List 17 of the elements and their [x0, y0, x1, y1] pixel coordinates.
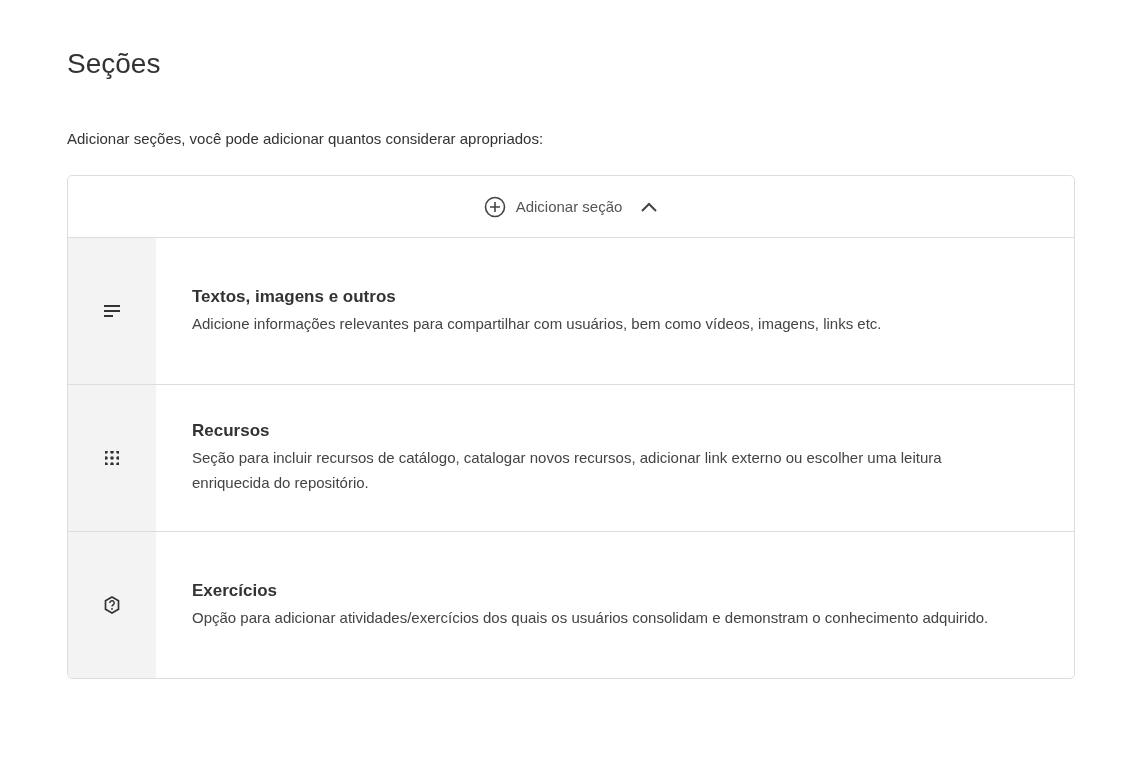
dots-grid-icon: [105, 451, 119, 465]
question-hexagon-icon: [104, 596, 120, 614]
intro-text: Adicionar seções, você pode adicionar quantos considerar apropriados:: [67, 130, 545, 147]
option-description: Opção para adicionar atividades/exercícios dos quais os usuários consolidam e demonstram o conhecimento adquirido.: [192, 607, 989, 628]
chevron-icon: [640, 200, 659, 213]
add-section-button[interactable]: Adicionar seção: [475, 189, 667, 224]
page-title: Seções: [67, 48, 162, 80]
lines-icon: [104, 305, 120, 317]
section-option[interactable]: Recursos Seção para incluir recursos de catálogo, catalogar novos recursos, adicionar link externo ou escolher uma leitura enriquecida do repositório.: [68, 385, 1074, 532]
option-title: Textos, imagens e outros: [192, 286, 397, 307]
option-description: Seção para incluir recursos de catálogo, catalogar novos recursos, adicionar link externo ou escolher uma leitura enriquecida do repositório.: [192, 448, 943, 493]
section-option[interactable]: Exercícios Opção para adicionar atividades/exercícios dos quais os usuários consolidam e demonstram o conhecimento adquirido.: [68, 532, 1074, 678]
option-title: Exercícios: [192, 580, 279, 601]
section-option[interactable]: Textos, imagens e outros Adicione informações relevantes para compartilhar com usuários, bem como vídeos, imagens, links etc.: [68, 238, 1074, 385]
option-title: Recursos: [192, 421, 271, 441]
plus-circle-icon: [483, 195, 506, 218]
option-description: Adicione informações relevantes para compartilhar com usuários, bem como vídeos, imagens, links etc.: [192, 313, 882, 334]
